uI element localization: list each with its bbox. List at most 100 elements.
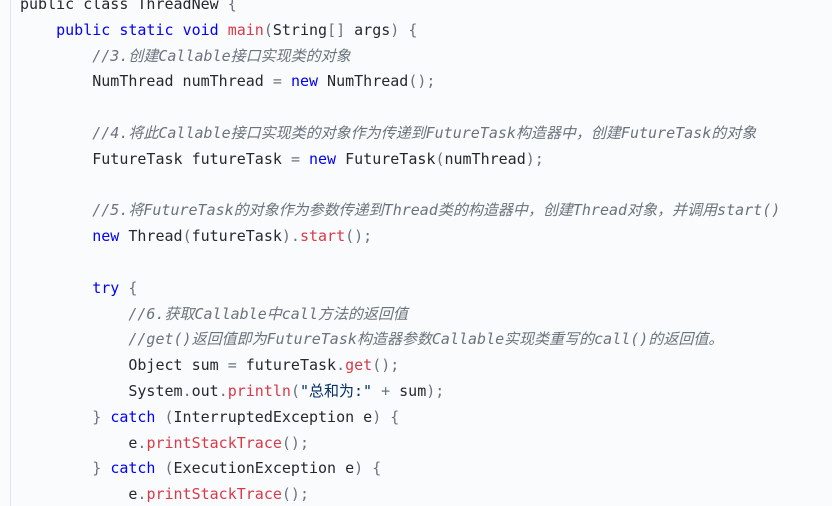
code-line-6: //4.将此Callable接口实现类的对象作为传递到FutureTask构造器… (20, 121, 780, 147)
punctuation-token: + (381, 381, 391, 400)
punctuation-token: ) { (354, 459, 382, 478)
code-line-13: //6.获取Callable中call方法的返回值 (20, 302, 780, 328)
identifier-token: e (20, 485, 138, 504)
keyword-token: public (20, 0, 75, 13)
identifier-token: out (191, 381, 219, 400)
code-line-15: Object sum = futureTask.get(); (20, 353, 780, 379)
keyword-token: new (290, 72, 319, 91)
identifier-token (219, 21, 228, 39)
method-token: printStackTrace (146, 433, 282, 452)
comment-token: //5.将FutureTask的对象作为参数传递到Thread类的构造器中，创建… (92, 201, 781, 220)
method-token: start (299, 227, 346, 246)
code-line-14: //get()返回值即为FutureTask构造器参数Callable实现类重写… (20, 327, 780, 353)
identifier-token (20, 408, 92, 426)
comment-token: //get()返回值即为FutureTask构造器参数Callable实现类重写… (128, 330, 724, 349)
identifier-token: futureTask (191, 227, 282, 246)
code-line-1: public class ThreadNew { (20, 0, 780, 18)
punctuation-token: . (336, 356, 346, 375)
punctuation-token: (); (281, 433, 309, 452)
punctuation-token: { (227, 0, 237, 13)
identifier-token (101, 459, 110, 477)
keyword-token: static (119, 20, 174, 39)
identifier-token: NumThread numThread (20, 72, 273, 91)
identifier-token: Thread (119, 227, 183, 246)
identifier-token: Object sum (20, 356, 228, 375)
punctuation-token: = (227, 356, 237, 375)
identifier-token: ThreadNew (128, 0, 228, 13)
keyword-token: new (92, 227, 120, 246)
code-line-11 (20, 250, 780, 276)
comment-token: //6.获取Callable中call方法的返回值 (128, 304, 408, 323)
identifier-token: args (345, 20, 391, 39)
method-token: get (345, 356, 373, 375)
code-line-9: //5.将FutureTask的对象作为参数传递到Thread类的构造器中，创建… (20, 198, 780, 224)
punctuation-token: [] (327, 20, 346, 39)
punctuation-token: } (92, 459, 102, 478)
code-line-2: public static void main(String[] args) { (20, 18, 780, 44)
punctuation-token: ( (263, 20, 273, 39)
code-line-12: try { (20, 276, 780, 302)
punctuation-token: ); (426, 381, 445, 400)
identifier-token: FutureTask (336, 149, 436, 168)
comment-token: //4.将此Callable接口实现类的对象作为传递到FutureTask构造器… (92, 123, 757, 142)
punctuation-token: (); (345, 227, 373, 246)
identifier-token: InterruptedException e (173, 407, 373, 426)
identifier-token (20, 176, 29, 194)
keyword-token: catch (110, 459, 156, 478)
code-line-8 (20, 173, 780, 199)
code-line-5 (20, 95, 780, 121)
identifier-token (20, 47, 92, 65)
code-line-4: NumThread numThread = new NumThread(); (20, 69, 780, 95)
identifier-token: ExecutionException e (173, 459, 355, 478)
code-lines: public class ThreadNew { public static v… (20, 0, 780, 506)
punctuation-token: . (182, 381, 192, 400)
identifier-token (20, 21, 56, 39)
identifier-token: numThread (444, 149, 526, 168)
code-viewer: public class ThreadNew { public static v… (0, 0, 832, 506)
code-block-border (10, 0, 11, 506)
identifier-token (20, 124, 92, 142)
keyword-token: new (309, 149, 337, 168)
string-token: "总和为:" (299, 381, 373, 400)
code-line-20: e.printStackTrace(); (20, 482, 780, 506)
punctuation-token: ) { (390, 20, 418, 39)
code-line-18: e.printStackTrace(); (20, 431, 780, 457)
identifier-token (74, 0, 83, 13)
type-token: String (272, 20, 328, 39)
comment-token: //3.创建Callable接口实现类的对象 (92, 46, 351, 65)
punctuation-token: (); (281, 485, 309, 504)
identifier-token (155, 459, 164, 477)
keyword-token: public (56, 20, 111, 39)
identifier-token (174, 21, 183, 39)
punctuation-token: ). (281, 227, 300, 246)
method-token: println (227, 381, 291, 400)
punctuation-token: ( (290, 381, 300, 400)
code-line-7: FutureTask futureTask = new FutureTask(n… (20, 147, 780, 173)
identifier-token (155, 408, 164, 426)
code-line-10: new Thread(futureTask).start(); (20, 224, 780, 250)
method-token: printStackTrace (146, 485, 282, 504)
punctuation-token: (); (408, 72, 436, 91)
identifier-token (372, 382, 381, 400)
keyword-token: void (182, 20, 219, 39)
identifier-token (20, 253, 29, 271)
punctuation-token: = (272, 72, 282, 91)
code-line-3: //3.创建Callable接口实现类的对象 (20, 44, 780, 70)
identifier-token (20, 227, 92, 245)
keyword-token: class (83, 0, 129, 13)
punctuation-token: ) { (372, 407, 400, 426)
identifier-token (20, 279, 92, 297)
identifier-token: futureTask (236, 356, 337, 375)
identifier-token (282, 72, 291, 90)
identifier-token: e (20, 433, 138, 452)
identifier-token (20, 201, 92, 219)
identifier-token (20, 98, 29, 116)
punctuation-token: ( (182, 227, 192, 246)
code-line-19: } catch (ExecutionException e) { (20, 456, 780, 482)
identifier-token (101, 408, 110, 426)
punctuation-token: { (128, 278, 138, 297)
punctuation-token: . (218, 381, 228, 400)
punctuation-token: ( (164, 407, 174, 426)
punctuation-token: = (290, 149, 300, 168)
identifier-token (20, 305, 128, 323)
